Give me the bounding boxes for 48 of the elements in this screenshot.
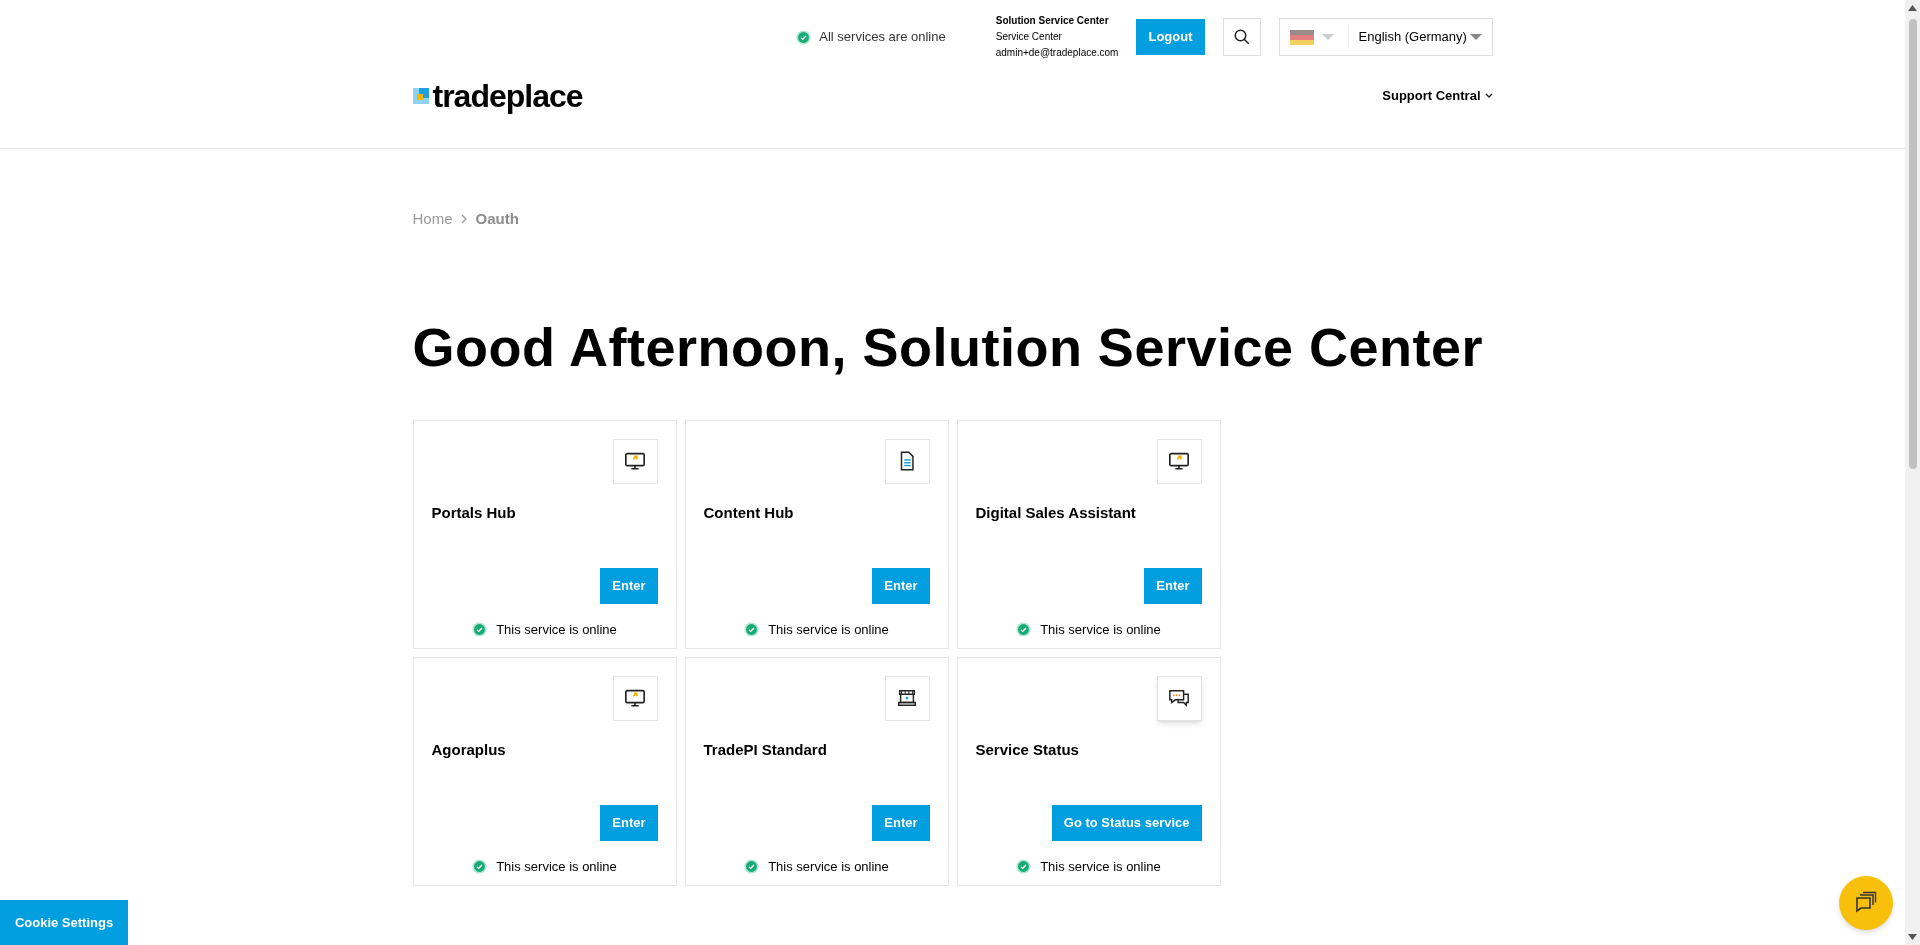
chat-bubbles-icon: [1168, 687, 1190, 709]
breadcrumb-link[interactable]: Home: [412, 208, 453, 231]
cookie-settings-button[interactable]: Cookie Settings: [0, 900, 128, 945]
logo-mark-icon: [412, 88, 429, 104]
scroll-down-icon: [1908, 934, 1917, 940]
breadcrumb-link[interactable]: Oauth: [475, 208, 519, 231]
enter-button[interactable]: Enter: [872, 568, 930, 604]
service-title: TradePI Standard: [703, 739, 828, 760]
scrollbar[interactable]: [1905, 0, 1920, 945]
shop-icon: [896, 687, 918, 709]
service-status-text: This service is online: [496, 621, 617, 639]
caret-icon: [1469, 33, 1482, 41]
language-select[interactable]: English (Germany): [1278, 18, 1493, 56]
user-role: Service Center: [995, 30, 1063, 44]
user-email: admin+de@tradeplace.com: [995, 46, 1119, 60]
service-title: Service Status: [975, 739, 1080, 760]
greeting-heading: Good Afternoon, Solution Service Center: [412, 316, 1485, 377]
user-name: Solution Service Center: [995, 14, 1110, 28]
enter-button[interactable]: Enter: [600, 805, 658, 841]
flag-icon: [1289, 29, 1314, 45]
monitor-icon: [624, 450, 646, 472]
chevron-icon: [1484, 93, 1493, 99]
service-status-text: This service is online: [768, 621, 889, 639]
search-button[interactable]: [1222, 18, 1261, 56]
enter-button[interactable]: Go to Status service: [1051, 805, 1202, 841]
service-status-text: This service is online: [496, 858, 617, 876]
service-title: Content Hub: [703, 502, 795, 523]
enter-button[interactable]: Enter: [1144, 568, 1202, 604]
service-title: Portals Hub: [431, 502, 517, 523]
services-status-text: All services are online: [819, 28, 946, 47]
service-status-text: This service is online: [1040, 621, 1161, 639]
caret-icon: [1321, 33, 1334, 41]
service-title: Digital Sales Assistant: [975, 502, 1137, 523]
chevron-icon: [460, 214, 468, 225]
enter-button[interactable]: Enter: [600, 568, 658, 604]
monitor-icon: [624, 687, 646, 709]
search-icon: [1232, 28, 1251, 46]
chat-button[interactable]: [1839, 876, 1893, 930]
nav-menu[interactable]: Support Central: [1382, 86, 1493, 106]
logout-button[interactable]: Logout: [1136, 19, 1205, 55]
scroll-up-icon: [1908, 5, 1917, 11]
chat-bubbles-icon: [1854, 891, 1878, 915]
language-label: English (Germany): [1358, 28, 1467, 47]
enter-button[interactable]: Enter: [872, 805, 930, 841]
service-status-text: This service is online: [768, 858, 889, 876]
service-title: Agoraplus: [431, 739, 507, 760]
service-status-text: This service is online: [1040, 858, 1161, 876]
monitor-icon: [1168, 450, 1190, 472]
